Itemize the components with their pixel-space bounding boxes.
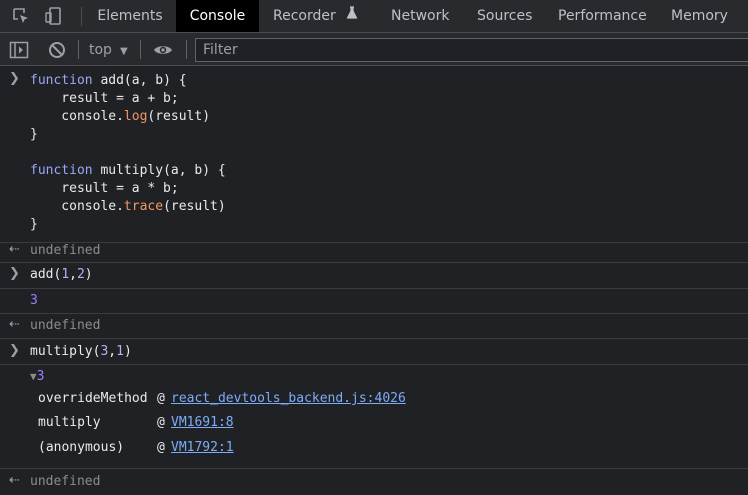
filter-input[interactable]: [196, 39, 748, 61]
stack-frame-link[interactable]: VM1792:1: [171, 440, 234, 455]
code-line: console.log(result): [30, 109, 211, 124]
stack-frame-link[interactable]: react_devtools_backend.js:4026: [171, 391, 406, 406]
stack-frame-at: @: [157, 440, 165, 455]
caret-down-icon: ▼: [119, 46, 128, 57]
result-arrow-icon: ⇠: [9, 317, 20, 332]
stack-frame-name: (anonymous): [38, 440, 125, 455]
inspect-element-icon[interactable]: [11, 6, 31, 26]
stack-frame-name: multiply: [38, 415, 101, 430]
console-log-entry: 3: [0, 289, 748, 314]
tab-recorder-label: Recorder: [273, 8, 336, 24]
code-line: console.trace(result): [30, 199, 226, 214]
console-toolbar: top ▼: [0, 33, 748, 66]
flask-icon: [346, 0, 358, 31]
trace-header[interactable]: ▼3: [30, 368, 44, 386]
console-result-entry: ⇠ undefined: [0, 314, 748, 339]
console-result-entry: ⇠ undefined: [0, 469, 748, 495]
console-input-entry[interactable]: ❯ multiply(3,1): [0, 339, 748, 365]
context-selector[interactable]: top ▼: [89, 40, 128, 60]
stack-frame-link[interactable]: VM1691:8: [171, 415, 234, 430]
code-line: result = a * b;: [30, 181, 179, 196]
code-line: }: [30, 217, 38, 232]
input-prompt-icon: ❯: [9, 343, 20, 358]
code-line: result = a + b;: [30, 91, 179, 106]
console-trace-entry: ▼3 overrideMethod @ react_devtools_backe…: [0, 365, 748, 469]
result-value: undefined: [30, 243, 101, 258]
tab-performance[interactable]: Performance: [558, 0, 647, 32]
toolbar-divider: [140, 40, 141, 59]
console-input-entry[interactable]: ❯ add(1,2): [0, 263, 748, 289]
code-line: }: [30, 127, 38, 142]
tab-sources[interactable]: Sources: [477, 0, 532, 32]
console-result-entry: ⇠ undefined: [0, 242, 748, 263]
device-toolbar-icon[interactable]: [44, 6, 64, 26]
code-line: multiply(3,1): [30, 344, 132, 359]
filter-box: [195, 38, 748, 62]
console-messages: ❯ function add(a, b) { result = a + b; c…: [0, 67, 748, 495]
toolbar-divider: [78, 40, 79, 59]
log-value: 3: [30, 293, 38, 308]
tab-memory[interactable]: Memory: [671, 0, 728, 32]
code-line: function add(a, b) {: [30, 73, 187, 88]
stack-frame-at: @: [157, 415, 165, 430]
result-arrow-icon: ⇠: [9, 473, 20, 488]
console-input-entry[interactable]: ❯ function add(a, b) { result = a + b; c…: [0, 67, 748, 243]
result-value: undefined: [30, 474, 101, 489]
tab-elements[interactable]: Elements: [90, 0, 170, 32]
result-arrow-icon: ⇠: [9, 242, 20, 257]
tab-network[interactable]: Network: [391, 0, 449, 32]
input-prompt-icon: ❯: [9, 266, 20, 281]
tab-console[interactable]: Console: [176, 0, 259, 32]
toolbar-divider: [186, 40, 187, 59]
result-value: undefined: [30, 318, 101, 333]
input-prompt-icon: ❯: [9, 71, 20, 86]
stack-frame-at: @: [157, 391, 165, 406]
tab-divider: [81, 7, 82, 26]
expand-triangle-icon[interactable]: ▼: [30, 370, 37, 383]
tab-recorder[interactable]: Recorder: [273, 0, 358, 32]
devtools-tab-bar: Elements Console Recorder Network Source…: [0, 0, 748, 33]
context-selector-label: top: [89, 42, 112, 58]
code-line: function multiply(a, b) {: [30, 163, 226, 178]
clear-console-icon[interactable]: [47, 40, 67, 60]
stack-frame-name: overrideMethod: [38, 391, 148, 406]
code-line: add(1,2): [30, 267, 93, 282]
sidebar-toggle-icon[interactable]: [9, 40, 29, 60]
eye-icon[interactable]: [153, 40, 173, 60]
